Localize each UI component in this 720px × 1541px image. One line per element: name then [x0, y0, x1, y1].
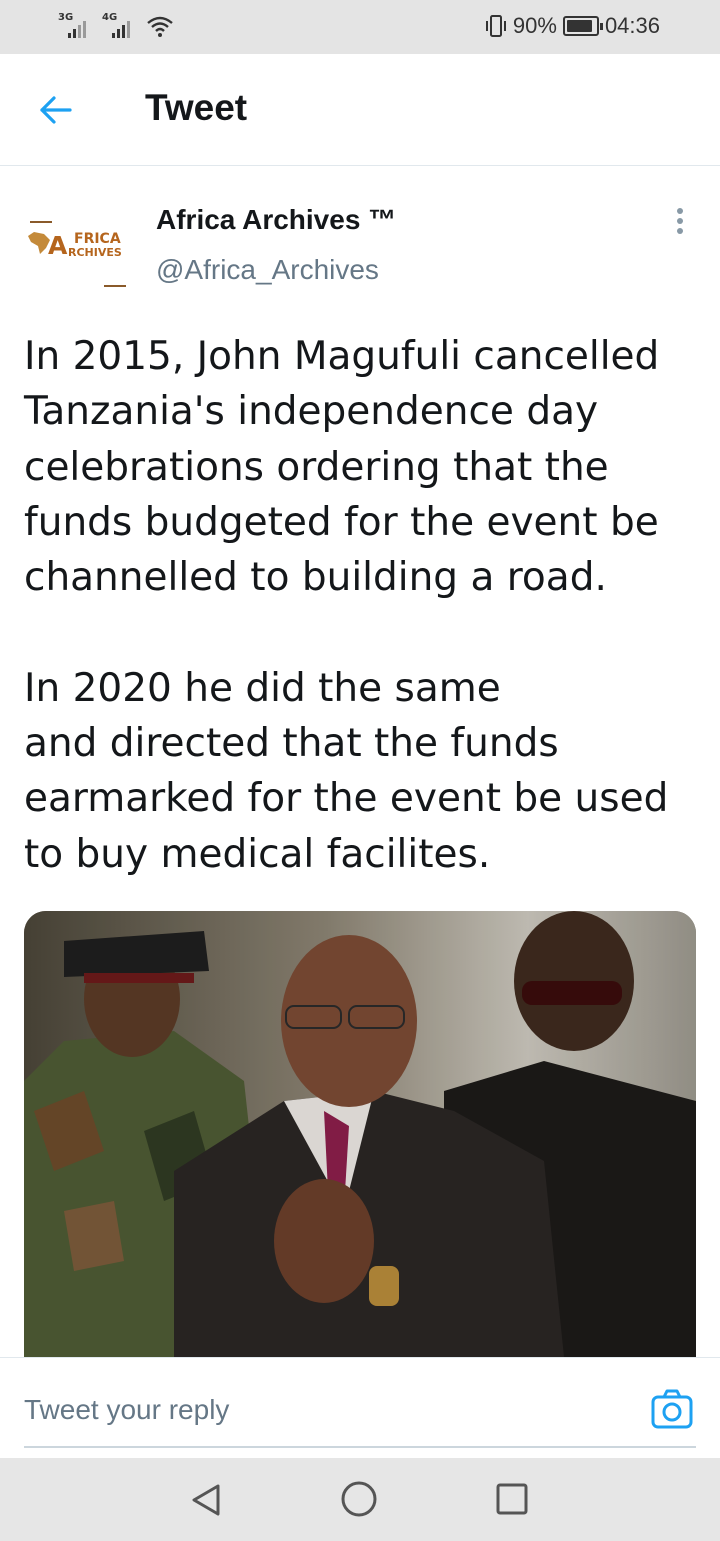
nav-recent-icon[interactable]: [495, 1482, 529, 1516]
signal-icon: 4G: [102, 12, 140, 38]
author-handle[interactable]: @Africa_Archives: [156, 254, 379, 286]
tweet-line: earmarked for the event be used: [24, 776, 669, 822]
svg-text:A: A: [48, 231, 68, 260]
battery-icon: [562, 16, 603, 36]
tweet-text: In 2015, John Magufuli cancelled Tanzani…: [24, 329, 704, 882]
tweet-line: channelled to building a road.: [24, 555, 607, 601]
app-header: Tweet: [0, 54, 720, 166]
tweet-line: In 2020 he did the same: [24, 665, 501, 711]
avatar-text-2: RCHIVES: [68, 246, 122, 259]
tweet-author: A FRICA RCHIVES Africa Archives ™ @Afric…: [0, 166, 720, 306]
reply-bar: Tweet your reply: [0, 1357, 720, 1458]
clock: 04:36: [604, 13, 660, 38]
photo-illustration: [24, 911, 696, 1357]
tweet-line: to buy medical facilites.: [24, 831, 491, 877]
wifi-icon: [147, 16, 173, 37]
reply-input[interactable]: Tweet your reply: [24, 1394, 229, 1426]
camera-icon[interactable]: [650, 1388, 694, 1432]
tweet-line: celebrations ordering that the: [24, 444, 609, 490]
author-name[interactable]: Africa Archives ™: [156, 204, 396, 236]
battery-percent: 90%: [512, 13, 557, 38]
status-bar: 3G 4G 90% 04:36: [0, 0, 720, 54]
signal-icon: 3G: [58, 12, 96, 38]
status-left: 3G 4G: [58, 12, 174, 38]
reply-underline: [24, 1446, 696, 1448]
tweet-line: and directed that the funds: [24, 721, 559, 767]
vibrate-icon: [485, 15, 506, 37]
navigation-bar: [0, 1458, 720, 1541]
tweet-line: In 2015, John Magufuli cancelled: [24, 334, 660, 379]
page-title: Tweet: [145, 87, 248, 128]
more-vertical-icon[interactable]: [666, 208, 694, 238]
avatar[interactable]: A FRICA RCHIVES: [22, 210, 134, 296]
tweet-photo[interactable]: [24, 911, 696, 1357]
tweet-line: funds budgeted for the event be: [24, 499, 659, 545]
tweet-line: Tanzania's independence day: [24, 389, 599, 435]
nav-back-icon[interactable]: [188, 1482, 224, 1518]
avatar-text-1: FRICA: [74, 231, 121, 247]
status-right: 90% 04:36: [485, 13, 660, 39]
nav-home-icon[interactable]: [340, 1480, 378, 1518]
arrow-left-icon[interactable]: [36, 90, 76, 130]
